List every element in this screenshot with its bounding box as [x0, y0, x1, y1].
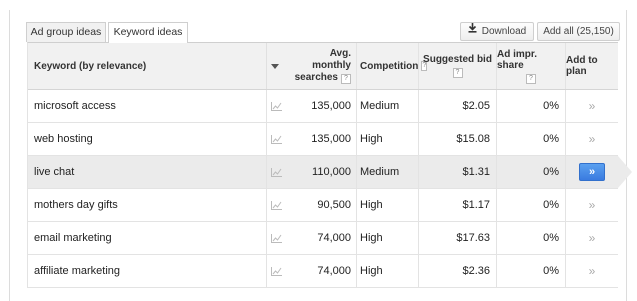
download-button[interactable]: Download	[460, 22, 534, 41]
share-cell: 0%	[496, 156, 565, 188]
header-avg-line3: searches?	[282, 72, 351, 84]
searches-cell: 135,000	[311, 100, 351, 112]
add-arrows-icon: »	[588, 231, 596, 245]
help-icon[interactable]: ?	[452, 68, 463, 78]
table-row: mothers day gifts 90,500 High $1.17 0% »	[28, 189, 618, 222]
searches-cell: 74,000	[317, 232, 351, 244]
tab-ad-group-ideas[interactable]: Ad group ideas	[26, 22, 106, 42]
share-cell: 0%	[496, 189, 565, 221]
help-icon[interactable]: ?	[341, 74, 351, 84]
keyword-cell: email marketing	[34, 232, 112, 244]
add-to-plan-cell: »	[565, 156, 618, 188]
keyword-cell: live chat	[34, 166, 75, 178]
searches-cell: 74,000	[317, 265, 351, 277]
searches-cell: 110,000	[312, 166, 351, 178]
trend-chart-icon[interactable]	[266, 189, 286, 221]
competition-cell: High	[356, 123, 418, 155]
keyword-ideas-table: Keyword (by relevance) Avg. monthly sear…	[27, 42, 632, 288]
share-cell: 0%	[496, 90, 565, 122]
bid-cell: $17.63	[418, 222, 496, 254]
competition-cell: High	[356, 222, 418, 254]
tab-keyword-ideas[interactable]: Keyword ideas	[108, 22, 188, 43]
table-row: affiliate marketing 74,000 High $2.36 0%…	[28, 255, 618, 288]
download-label: Download	[481, 26, 527, 37]
table-row: microsoft access 135,000 Medium $2.05 0%…	[28, 90, 618, 123]
header-competition[interactable]: Competition?	[356, 43, 428, 89]
download-icon	[468, 22, 477, 39]
header-suggested-bid-label: Suggested bid	[423, 54, 492, 65]
keyword-cell: affiliate marketing	[34, 265, 121, 277]
help-icon[interactable]: ?	[526, 73, 536, 84]
header-ad-impr-share[interactable]: Ad impr. share?	[496, 43, 565, 89]
add-to-plan-button[interactable]: »	[565, 255, 618, 287]
competition-cell: Medium	[356, 156, 418, 188]
add-to-plan-button[interactable]: »	[565, 222, 618, 254]
header-add-to-plan: Add to plan	[565, 43, 618, 89]
sort-icon[interactable]	[266, 43, 282, 89]
trend-chart-icon[interactable]	[266, 156, 286, 188]
keyword-cell: microsoft access	[34, 100, 116, 112]
header-avg-monthly-searches[interactable]: Avg. monthly searches?	[282, 43, 356, 89]
add-to-plan-button[interactable]: »	[579, 163, 605, 181]
header-keyword[interactable]: Keyword (by relevance)	[28, 43, 266, 89]
share-cell: 0%	[496, 123, 565, 155]
header-avg-line2: monthly	[312, 60, 351, 71]
header-suggested-bid[interactable]: Suggested bid?	[418, 43, 496, 89]
trend-chart-icon[interactable]	[266, 255, 286, 287]
add-to-plan-button[interactable]: »	[565, 90, 618, 122]
trend-chart-icon[interactable]	[266, 90, 286, 122]
header-avg-line1: Avg.	[329, 48, 351, 59]
header-ad-impr-share-label: Ad impr. share	[497, 48, 538, 71]
table-header: Keyword (by relevance) Avg. monthly sear…	[28, 43, 618, 90]
bid-cell: $2.05	[418, 90, 496, 122]
add-arrows-icon: »	[588, 99, 596, 113]
toolbar: Ad group ideas Keyword ideas Download Ad…	[10, 10, 626, 43]
row-pointer-arrow	[618, 156, 632, 188]
competition-cell: Medium	[356, 90, 418, 122]
table-row: email marketing 74,000 High $17.63 0% »	[28, 222, 618, 255]
searches-cell: 135,000	[311, 133, 351, 145]
trend-chart-icon[interactable]	[266, 222, 286, 254]
bid-cell: $2.36	[418, 255, 496, 287]
add-all-button[interactable]: Add all (25,150)	[537, 22, 620, 41]
trend-chart-icon[interactable]	[266, 123, 286, 155]
keyword-cell: web hosting	[34, 133, 93, 145]
header-competition-label: Competition	[360, 60, 419, 72]
add-arrows-icon: »	[588, 198, 596, 212]
table-row-highlighted: live chat 110,000 Medium $1.31 0% »	[28, 156, 632, 189]
share-cell: 0%	[496, 222, 565, 254]
keyword-cell: mothers day gifts	[34, 199, 118, 211]
table-row: web hosting 135,000 High $15.08 0% »	[28, 123, 618, 156]
bid-cell: $15.08	[418, 123, 496, 155]
competition-cell: High	[356, 189, 418, 221]
competition-cell: High	[356, 255, 418, 287]
share-cell: 0%	[496, 255, 565, 287]
keyword-planner-panel: Ad group ideas Keyword ideas Download Ad…	[9, 10, 632, 301]
searches-cell: 90,500	[317, 199, 351, 211]
add-arrows-icon: »	[588, 264, 596, 278]
bid-cell: $1.31	[418, 156, 496, 188]
add-to-plan-button[interactable]: »	[565, 189, 618, 221]
bid-cell: $1.17	[418, 189, 496, 221]
add-arrows-icon: »	[588, 132, 596, 146]
add-to-plan-button[interactable]: »	[565, 123, 618, 155]
